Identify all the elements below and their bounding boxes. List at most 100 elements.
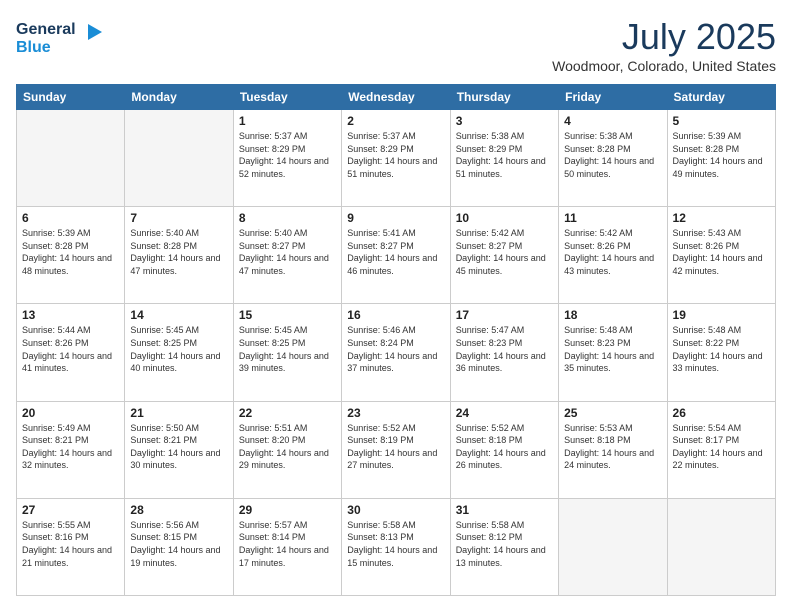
day-header-thursday: Thursday [450, 85, 558, 110]
cell-info: Sunrise: 5:41 AMSunset: 8:27 PMDaylight:… [347, 228, 437, 276]
cell-info: Sunrise: 5:38 AMSunset: 8:28 PMDaylight:… [564, 131, 654, 179]
calendar-cell: 9 Sunrise: 5:41 AMSunset: 8:27 PMDayligh… [342, 207, 450, 304]
location-title: Woodmoor, Colorado, United States [552, 58, 776, 74]
day-number: 17 [456, 308, 553, 322]
calendar-cell: 31 Sunrise: 5:58 AMSunset: 8:12 PMDaylig… [450, 498, 558, 595]
cell-info: Sunrise: 5:54 AMSunset: 8:17 PMDaylight:… [673, 423, 763, 471]
cell-info: Sunrise: 5:39 AMSunset: 8:28 PMDaylight:… [22, 228, 112, 276]
calendar-cell: 6 Sunrise: 5:39 AMSunset: 8:28 PMDayligh… [17, 207, 125, 304]
day-number: 28 [130, 503, 227, 517]
calendar-cell: 26 Sunrise: 5:54 AMSunset: 8:17 PMDaylig… [667, 401, 775, 498]
day-number: 8 [239, 211, 336, 225]
day-number: 15 [239, 308, 336, 322]
calendar-cell: 22 Sunrise: 5:51 AMSunset: 8:20 PMDaylig… [233, 401, 341, 498]
calendar-cell: 21 Sunrise: 5:50 AMSunset: 8:21 PMDaylig… [125, 401, 233, 498]
calendar-week-5: 27 Sunrise: 5:55 AMSunset: 8:16 PMDaylig… [17, 498, 776, 595]
calendar-week-2: 6 Sunrise: 5:39 AMSunset: 8:28 PMDayligh… [17, 207, 776, 304]
day-number: 7 [130, 211, 227, 225]
cell-info: Sunrise: 5:37 AMSunset: 8:29 PMDaylight:… [347, 131, 437, 179]
cell-info: Sunrise: 5:48 AMSunset: 8:22 PMDaylight:… [673, 325, 763, 373]
header: General Blue July 2025 Woodmoor, Colorad… [16, 16, 776, 74]
cell-info: Sunrise: 5:51 AMSunset: 8:20 PMDaylight:… [239, 423, 329, 471]
calendar-week-1: 1 Sunrise: 5:37 AMSunset: 8:29 PMDayligh… [17, 110, 776, 207]
day-number: 12 [673, 211, 770, 225]
cell-info: Sunrise: 5:44 AMSunset: 8:26 PMDaylight:… [22, 325, 112, 373]
day-number: 27 [22, 503, 119, 517]
day-number: 6 [22, 211, 119, 225]
day-header-saturday: Saturday [667, 85, 775, 110]
cell-info: Sunrise: 5:43 AMSunset: 8:26 PMDaylight:… [673, 228, 763, 276]
day-number: 2 [347, 114, 444, 128]
day-number: 3 [456, 114, 553, 128]
day-number: 26 [673, 406, 770, 420]
calendar-cell: 29 Sunrise: 5:57 AMSunset: 8:14 PMDaylig… [233, 498, 341, 595]
cell-info: Sunrise: 5:58 AMSunset: 8:13 PMDaylight:… [347, 520, 437, 568]
day-number: 22 [239, 406, 336, 420]
day-number: 24 [456, 406, 553, 420]
calendar-cell: 16 Sunrise: 5:46 AMSunset: 8:24 PMDaylig… [342, 304, 450, 401]
day-number: 23 [347, 406, 444, 420]
calendar-cell: 25 Sunrise: 5:53 AMSunset: 8:18 PMDaylig… [559, 401, 667, 498]
day-number: 30 [347, 503, 444, 517]
cell-info: Sunrise: 5:52 AMSunset: 8:18 PMDaylight:… [456, 423, 546, 471]
calendar-cell: 17 Sunrise: 5:47 AMSunset: 8:23 PMDaylig… [450, 304, 558, 401]
day-number: 25 [564, 406, 661, 420]
calendar-cell: 5 Sunrise: 5:39 AMSunset: 8:28 PMDayligh… [667, 110, 775, 207]
day-number: 20 [22, 406, 119, 420]
calendar-cell: 10 Sunrise: 5:42 AMSunset: 8:27 PMDaylig… [450, 207, 558, 304]
calendar-cell: 23 Sunrise: 5:52 AMSunset: 8:19 PMDaylig… [342, 401, 450, 498]
calendar-cell: 24 Sunrise: 5:52 AMSunset: 8:18 PMDaylig… [450, 401, 558, 498]
day-number: 19 [673, 308, 770, 322]
day-header-wednesday: Wednesday [342, 85, 450, 110]
cell-info: Sunrise: 5:45 AMSunset: 8:25 PMDaylight:… [239, 325, 329, 373]
day-header-monday: Monday [125, 85, 233, 110]
day-number: 21 [130, 406, 227, 420]
cell-info: Sunrise: 5:37 AMSunset: 8:29 PMDaylight:… [239, 131, 329, 179]
day-number: 29 [239, 503, 336, 517]
cell-info: Sunrise: 5:46 AMSunset: 8:24 PMDaylight:… [347, 325, 437, 373]
cell-info: Sunrise: 5:42 AMSunset: 8:26 PMDaylight:… [564, 228, 654, 276]
calendar-cell: 14 Sunrise: 5:45 AMSunset: 8:25 PMDaylig… [125, 304, 233, 401]
calendar-cell: 1 Sunrise: 5:37 AMSunset: 8:29 PMDayligh… [233, 110, 341, 207]
day-number: 9 [347, 211, 444, 225]
calendar-cell: 27 Sunrise: 5:55 AMSunset: 8:16 PMDaylig… [17, 498, 125, 595]
day-number: 10 [456, 211, 553, 225]
cell-info: Sunrise: 5:40 AMSunset: 8:27 PMDaylight:… [239, 228, 329, 276]
calendar-cell: 11 Sunrise: 5:42 AMSunset: 8:26 PMDaylig… [559, 207, 667, 304]
day-number: 1 [239, 114, 336, 128]
calendar-cell: 2 Sunrise: 5:37 AMSunset: 8:29 PMDayligh… [342, 110, 450, 207]
calendar-cell: 8 Sunrise: 5:40 AMSunset: 8:27 PMDayligh… [233, 207, 341, 304]
cell-info: Sunrise: 5:48 AMSunset: 8:23 PMDaylight:… [564, 325, 654, 373]
cell-info: Sunrise: 5:42 AMSunset: 8:27 PMDaylight:… [456, 228, 546, 276]
calendar-cell: 13 Sunrise: 5:44 AMSunset: 8:26 PMDaylig… [17, 304, 125, 401]
cell-info: Sunrise: 5:39 AMSunset: 8:28 PMDaylight:… [673, 131, 763, 179]
day-number: 31 [456, 503, 553, 517]
page: General Blue July 2025 Woodmoor, Colorad… [0, 0, 792, 612]
cell-info: Sunrise: 5:56 AMSunset: 8:15 PMDaylight:… [130, 520, 220, 568]
calendar-cell: 4 Sunrise: 5:38 AMSunset: 8:28 PMDayligh… [559, 110, 667, 207]
calendar-cell: 3 Sunrise: 5:38 AMSunset: 8:29 PMDayligh… [450, 110, 558, 207]
day-number: 18 [564, 308, 661, 322]
calendar-header-row: SundayMondayTuesdayWednesdayThursdayFrid… [17, 85, 776, 110]
calendar-cell: 20 Sunrise: 5:49 AMSunset: 8:21 PMDaylig… [17, 401, 125, 498]
calendar-cell [17, 110, 125, 207]
cell-info: Sunrise: 5:58 AMSunset: 8:12 PMDaylight:… [456, 520, 546, 568]
calendar-cell: 7 Sunrise: 5:40 AMSunset: 8:28 PMDayligh… [125, 207, 233, 304]
calendar-table: SundayMondayTuesdayWednesdayThursdayFrid… [16, 84, 776, 596]
day-number: 11 [564, 211, 661, 225]
calendar-cell: 28 Sunrise: 5:56 AMSunset: 8:15 PMDaylig… [125, 498, 233, 595]
svg-text:Blue: Blue [16, 39, 51, 56]
calendar-cell: 12 Sunrise: 5:43 AMSunset: 8:26 PMDaylig… [667, 207, 775, 304]
calendar-cell: 30 Sunrise: 5:58 AMSunset: 8:13 PMDaylig… [342, 498, 450, 595]
logo-text: General Blue [16, 16, 106, 65]
calendar-cell [667, 498, 775, 595]
calendar-cell [559, 498, 667, 595]
day-number: 16 [347, 308, 444, 322]
day-number: 5 [673, 114, 770, 128]
calendar-week-3: 13 Sunrise: 5:44 AMSunset: 8:26 PMDaylig… [17, 304, 776, 401]
day-number: 14 [130, 308, 227, 322]
calendar-cell [125, 110, 233, 207]
cell-info: Sunrise: 5:57 AMSunset: 8:14 PMDaylight:… [239, 520, 329, 568]
cell-info: Sunrise: 5:50 AMSunset: 8:21 PMDaylight:… [130, 423, 220, 471]
cell-info: Sunrise: 5:49 AMSunset: 8:21 PMDaylight:… [22, 423, 112, 471]
